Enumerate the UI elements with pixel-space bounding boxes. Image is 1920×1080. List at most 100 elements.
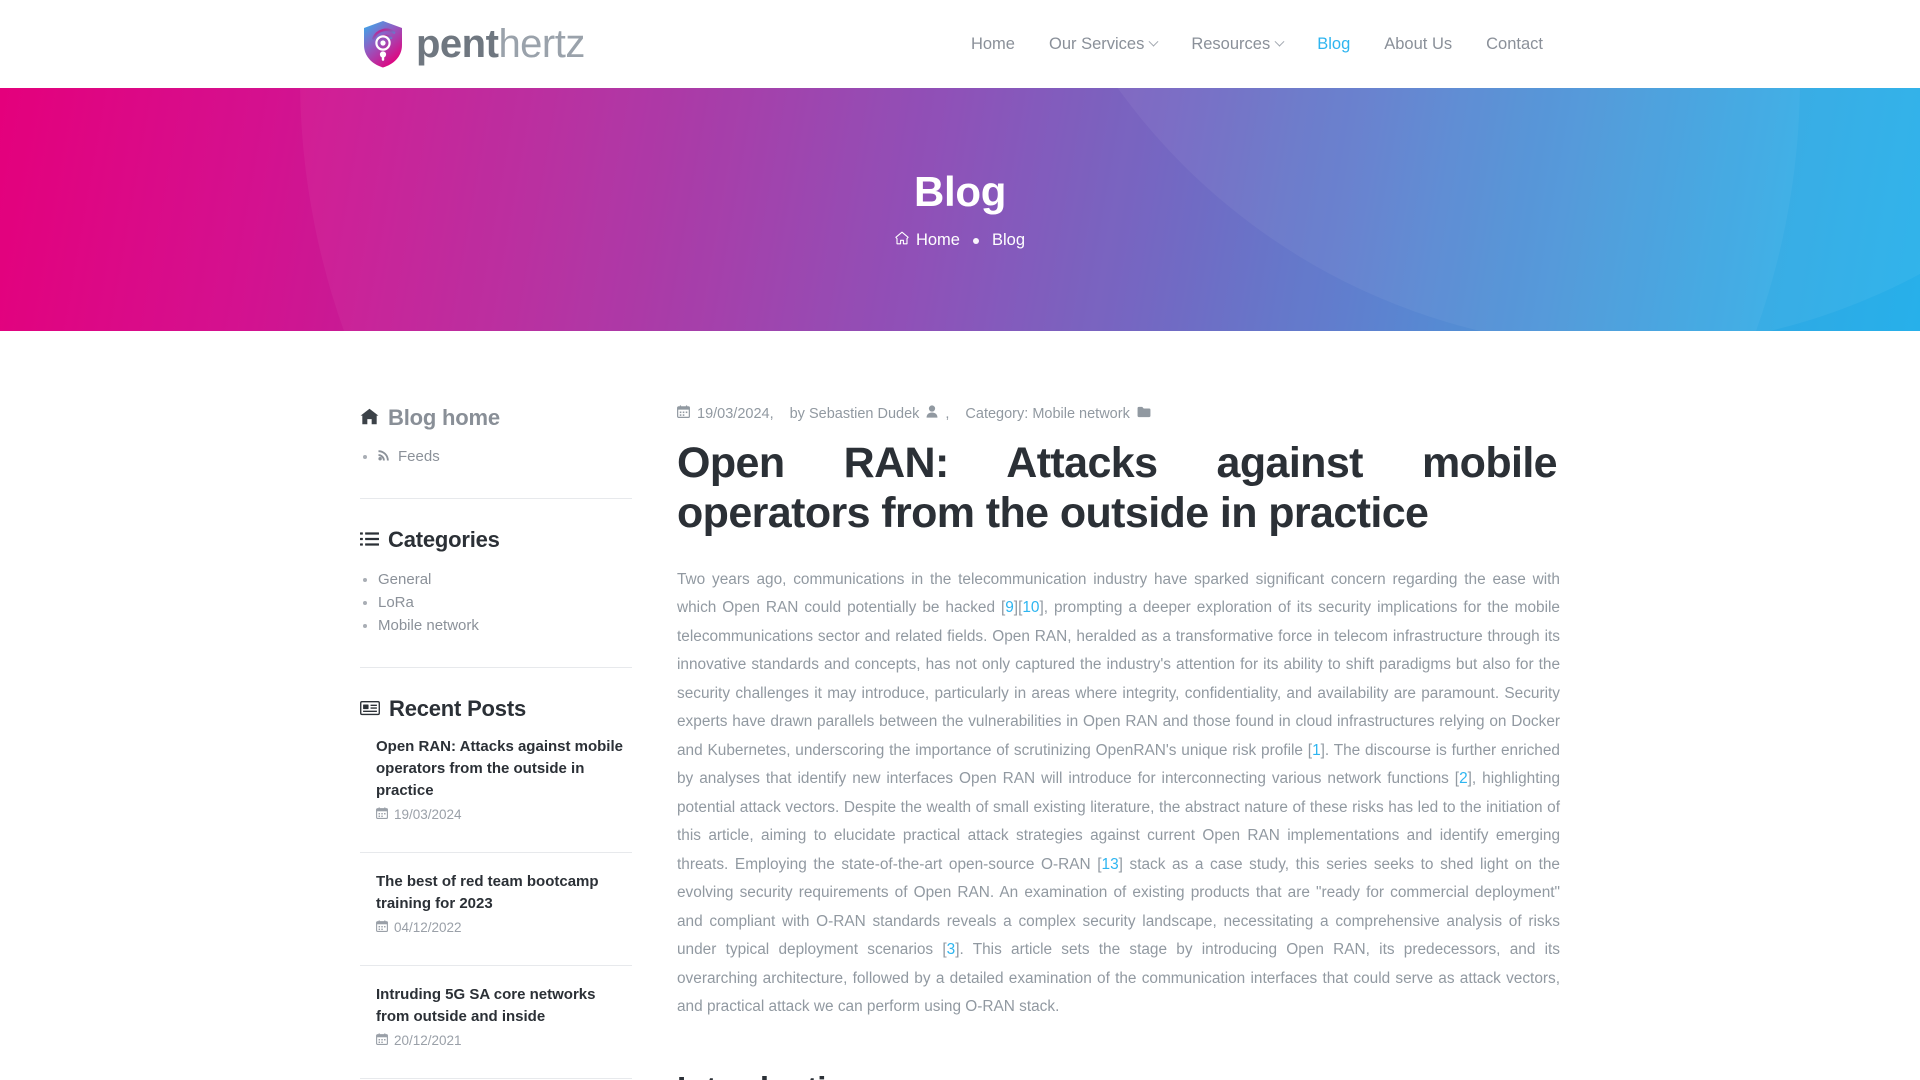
breadcrumb-current-label: Blog xyxy=(991,231,1026,250)
list-item: Feeds xyxy=(360,445,632,468)
sidebar-divider xyxy=(360,498,632,500)
nav-label: Blog xyxy=(1317,34,1351,53)
list-item: Intruding 5G SA core networks from outsi… xyxy=(360,984,632,1064)
chevron-down-icon xyxy=(1274,36,1285,47)
sidebar-divider xyxy=(360,666,632,668)
recent-post-date-label: 04/12/2022 xyxy=(394,920,462,936)
article-content: 19/03/2024, by Sebastien Dudek , Categor… xyxy=(632,405,1560,1080)
breadcrumb-item-home[interactable]: Home xyxy=(895,231,960,250)
paragraph-text: ], prompting a deeper exploration of its… xyxy=(677,599,1560,759)
site-header: penthertz Home Our Services Resources Bl… xyxy=(0,0,1920,88)
sidebar-link-label: Feeds xyxy=(398,448,440,466)
sidebar-block-blog-home: Blog home Feeds xyxy=(360,405,632,468)
sidebar-blog-home-links: Feeds xyxy=(360,445,632,468)
pentherz-shield-logo-icon xyxy=(360,19,406,69)
nav-item-our-services[interactable]: Our Services xyxy=(1032,26,1174,63)
sidebar-category-label: Mobile network xyxy=(378,616,479,634)
home-icon xyxy=(360,405,379,431)
reference-link-1[interactable]: 1 xyxy=(1312,742,1321,759)
nav-item-blog[interactable]: Blog xyxy=(1300,26,1367,63)
nav-item-home[interactable]: Home xyxy=(954,26,1032,63)
page-title: Blog xyxy=(913,167,1007,215)
recent-post-date: 04/12/2022 xyxy=(360,920,632,935)
rss-icon xyxy=(378,445,391,468)
article-category-label: Category: Mobile network xyxy=(965,405,1130,422)
list-item: LoRa xyxy=(360,591,632,614)
reference-link-13[interactable]: 13 xyxy=(1102,856,1119,873)
calendar-icon xyxy=(376,1033,388,1048)
nav-item-contact[interactable]: Contact xyxy=(1469,26,1560,63)
recent-post-link[interactable]: Open RAN: Attacks against mobile operato… xyxy=(360,736,632,802)
nav-item-about-us[interactable]: About Us xyxy=(1367,26,1469,63)
nav-label: About Us xyxy=(1384,34,1453,53)
sidebar-heading-label: Blog home xyxy=(388,405,500,430)
blog-sidebar: Blog home Feeds Categories General LoRa … xyxy=(360,405,632,1080)
list-item: General xyxy=(360,568,632,591)
nav-label: Home xyxy=(970,34,1015,53)
sidebar-link-feeds[interactable]: Feeds xyxy=(378,445,440,468)
newspaper-icon xyxy=(360,696,380,722)
folder-icon xyxy=(1137,406,1151,422)
recent-post-link[interactable]: Intruding 5G SA core networks from outsi… xyxy=(360,984,632,1028)
sidebar-category-label: General xyxy=(378,570,432,588)
reference-link-3[interactable]: 3 xyxy=(947,941,956,958)
section-heading-introduction: Introduction xyxy=(677,1070,1560,1080)
reference-link-10[interactable]: 10 xyxy=(1022,599,1039,616)
page-content-wrapper: Blog home Feeds Categories General LoRa … xyxy=(360,331,1560,1080)
nav-label: Contact xyxy=(1486,34,1543,53)
sidebar-block-categories: Categories General LoRa Mobile network xyxy=(360,527,632,636)
main-navigation: Home Our Services Resources Blog About U… xyxy=(954,26,1560,63)
sidebar-category-mobile-network[interactable]: Mobile network xyxy=(378,614,479,637)
chevron-down-icon xyxy=(1148,36,1159,47)
sidebar-block-recent-posts: Recent Posts Open RAN: Attacks against m… xyxy=(360,696,632,1080)
article-meta-date: 19/03/2024, xyxy=(677,405,774,422)
brand-name-strong: pent xyxy=(416,22,499,66)
sidebar-divider xyxy=(360,1078,632,1080)
breadcrumb: Home Blog xyxy=(895,231,1025,250)
reference-link-2[interactable]: 2 xyxy=(1459,770,1468,787)
home-icon xyxy=(895,231,909,250)
nav-label: Resources xyxy=(1191,34,1271,53)
nav-item-resources[interactable]: Resources xyxy=(1174,26,1300,63)
page-hero-banner: Blog Home Blog xyxy=(0,88,1920,331)
recent-post-date: 20/12/2021 xyxy=(360,1033,632,1048)
brand-wordmark: penthertz xyxy=(416,24,585,64)
list-item: The best of red team bootcamp training f… xyxy=(360,871,632,951)
sidebar-divider xyxy=(360,965,632,967)
recent-post-date-label: 20/12/2021 xyxy=(394,1033,462,1049)
article-body: Two years ago, communications in the tel… xyxy=(677,566,1560,1080)
article-intro-paragraph: Two years ago, communications in the tel… xyxy=(677,566,1560,1022)
article-meta-category: Category: Mobile network xyxy=(965,405,1151,422)
sidebar-divider xyxy=(360,852,632,854)
brand-logo-link[interactable]: penthertz xyxy=(360,19,585,69)
recent-post-date-label: 19/03/2024 xyxy=(394,807,462,823)
article-author-label: by Sebastien Dudek xyxy=(789,405,920,422)
sidebar-category-general[interactable]: General xyxy=(378,568,431,591)
sidebar-heading-recent-posts: Recent Posts xyxy=(360,696,632,722)
sidebar-heading-categories: Categories xyxy=(360,527,632,553)
brand-name-light: hertz xyxy=(498,22,585,66)
list-ul-icon xyxy=(360,527,379,553)
list-item: Open RAN: Attacks against mobile operato… xyxy=(360,736,632,838)
reference-link-9[interactable]: 9 xyxy=(1005,599,1014,616)
calendar-icon xyxy=(376,807,388,822)
article-date-label: 19/03/2024, xyxy=(697,405,774,422)
calendar-icon xyxy=(677,405,690,422)
recent-post-link[interactable]: The best of red team bootcamp training f… xyxy=(360,871,632,915)
sidebar-heading-label: Recent Posts xyxy=(389,695,526,721)
nav-label: Our Services xyxy=(1048,34,1145,53)
sidebar-category-label: LoRa xyxy=(378,593,414,611)
sidebar-category-lora[interactable]: LoRa xyxy=(378,591,414,614)
calendar-icon xyxy=(376,920,388,935)
sidebar-heading-label: Categories xyxy=(388,527,500,553)
article-meta: 19/03/2024, by Sebastien Dudek , Categor… xyxy=(677,405,1560,422)
breadcrumb-home-label: Home xyxy=(915,231,960,250)
breadcrumb-separator-dot xyxy=(972,237,979,244)
article-meta-author: by Sebastien Dudek , xyxy=(789,405,950,422)
article-author-suffix: , xyxy=(945,405,950,422)
user-icon xyxy=(926,405,938,422)
sidebar-heading-blog-home: Blog home xyxy=(360,405,632,431)
recent-post-date: 19/03/2024 xyxy=(360,807,632,822)
list-item: Mobile network xyxy=(360,614,632,637)
sidebar-category-list: General LoRa Mobile network xyxy=(360,568,632,637)
